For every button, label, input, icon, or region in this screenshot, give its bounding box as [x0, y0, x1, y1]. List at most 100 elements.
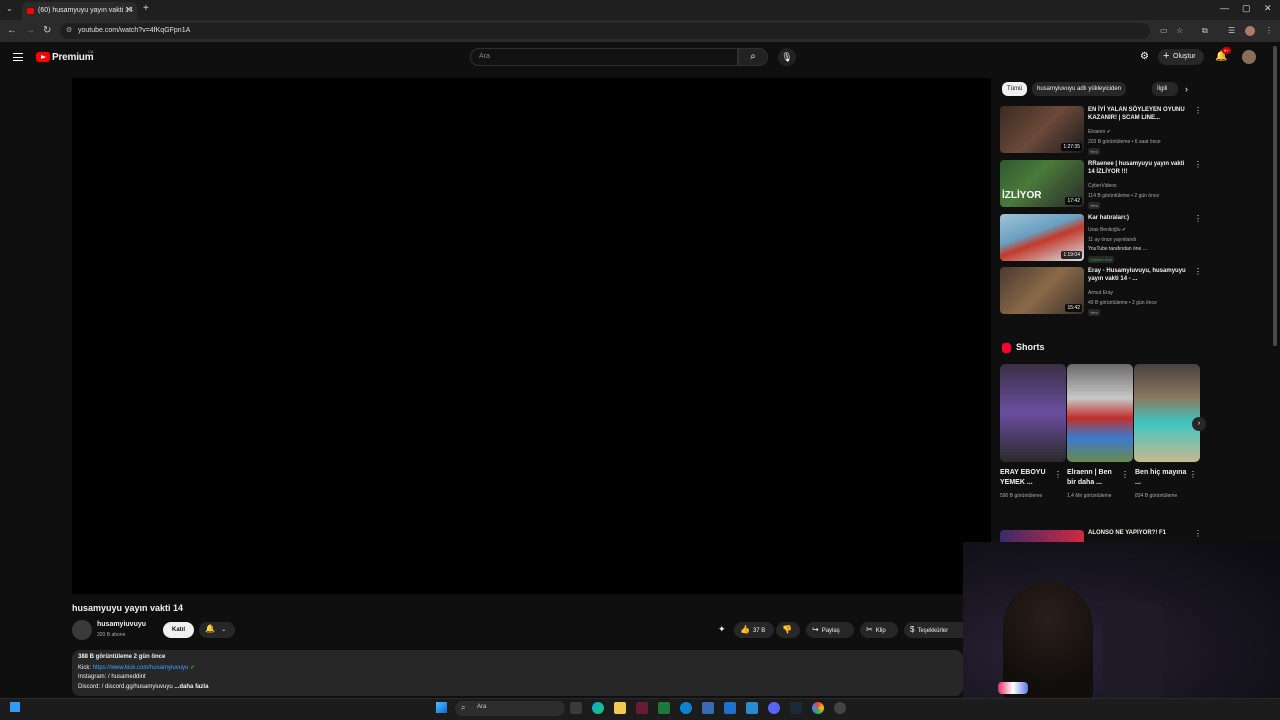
sidebar-icon[interactable]: ☰: [1228, 26, 1235, 35]
creator-tools-icon[interactable]: ⚙: [1140, 51, 1149, 62]
dislike-button[interactable]: 👎: [776, 622, 800, 638]
recommendation-title[interactable]: RRaenee | husamyuyu yayın vakti 14 İZLİY…: [1088, 160, 1188, 176]
more-options-icon[interactable]: ⋮: [1194, 214, 1202, 223]
video-thumbnail[interactable]: 15:42: [1000, 267, 1084, 314]
bookmark-star-icon[interactable]: ☆: [1176, 26, 1183, 35]
chrome-icon[interactable]: [812, 702, 824, 714]
remix-icon[interactable]: ✦: [718, 624, 726, 635]
shorts-next-button[interactable]: ›: [1192, 417, 1206, 431]
discord-icon[interactable]: [768, 702, 780, 714]
browser-tab[interactable]: (60) husamyuyu yayın vakti 14 ✕: [22, 2, 137, 20]
minimize-icon[interactable]: —: [1220, 3, 1229, 13]
recommendation-title[interactable]: ALONSO NE YAPIYOR?! F1: [1088, 530, 1166, 536]
recommendation-title[interactable]: Eray - Husamyiuvuyu, husamyuyu yayın vak…: [1088, 267, 1188, 283]
subscription-bell-button[interactable]: 🔔 ⌄: [199, 622, 235, 638]
steam-icon[interactable]: [790, 702, 802, 714]
clip-button[interactable]: ✂ Klip: [860, 622, 898, 638]
chip-from-uploader[interactable]: husamyiuvuyu adlı yükleyiciden: [1032, 82, 1127, 96]
chevron-right-icon[interactable]: ›: [1185, 84, 1188, 94]
video-thumbnail[interactable]: [1000, 530, 1084, 542]
short-title[interactable]: ERAY EBOYU YEMEK ...: [1000, 468, 1054, 488]
chip-related[interactable]: İlgili: [1152, 82, 1178, 96]
more-options-icon[interactable]: ⋮: [1194, 160, 1202, 169]
new-badge: Yeni: [1088, 309, 1100, 316]
forward-icon[interactable]: →: [25, 25, 35, 36]
webcam-overlay: [963, 542, 1280, 698]
copilot-icon[interactable]: [592, 702, 604, 714]
recommendation-item[interactable]: 1:27:35 EN İYİ YALAN SÖYLEYEN OYUNU KAZA…: [1000, 106, 1205, 155]
duration-badge: 17:42: [1065, 197, 1082, 205]
page-scrollbar[interactable]: [1273, 46, 1277, 346]
short-title[interactable]: Ben hiç mayına ...: [1135, 468, 1189, 488]
close-tab-icon[interactable]: ✕: [125, 5, 132, 14]
more-options-icon[interactable]: ⋮: [1194, 267, 1202, 276]
back-icon[interactable]: ←: [7, 25, 17, 36]
thanks-button[interactable]: $ Teşekkürler: [904, 622, 963, 638]
recommendation-item[interactable]: İZLİYOR 17:42 RRaenee | husamyuyu yayın …: [1000, 160, 1205, 209]
channel-name[interactable]: husamyiuvuyu: [97, 621, 146, 628]
close-window-icon[interactable]: ✕: [1264, 3, 1272, 14]
search-input[interactable]: Ara: [470, 48, 738, 66]
chip-all[interactable]: Tümü: [1002, 82, 1028, 96]
excel-icon[interactable]: [658, 702, 670, 714]
more-options-icon[interactable]: ⋮: [1121, 470, 1129, 479]
chevron-down-icon: ⌄: [221, 627, 227, 633]
browser-menu-icon[interactable]: ⋮: [1265, 26, 1273, 35]
short-thumbnail[interactable]: [1000, 364, 1066, 462]
show-more-link[interactable]: ...daha fazla: [174, 684, 208, 690]
video-player[interactable]: [72, 78, 991, 594]
more-options-icon[interactable]: ⋮: [1194, 106, 1202, 115]
tab-search-icon[interactable]: ⌄: [6, 4, 13, 13]
site-info-icon[interactable]: ⚙: [66, 26, 72, 34]
cast-icon[interactable]: ▭: [1160, 26, 1168, 35]
task-view-icon[interactable]: [570, 702, 582, 714]
recommendation-title[interactable]: EN İYİ YALAN SÖYLEYEN OYUNU KAZANIR! | S…: [1088, 106, 1188, 122]
join-button[interactable]: Katıl: [163, 622, 194, 638]
windows-start-icon[interactable]: [10, 702, 20, 712]
account-avatar[interactable]: [1242, 50, 1256, 64]
more-options-icon[interactable]: ⋮: [1194, 529, 1202, 538]
voice-search-button[interactable]: 🎙: [778, 48, 796, 66]
recommendation-meta: 203 B görüntüleme • 6 saat önce: [1088, 139, 1161, 145]
thumbnail-caption: İZLİYOR: [1002, 190, 1042, 201]
extensions-icon[interactable]: ⧉: [1202, 26, 1208, 36]
taskbar-search[interactable]: ⌕ Ara: [455, 701, 565, 716]
share-icon: ↪: [812, 625, 819, 634]
search-button[interactable]: ⌕: [738, 48, 768, 66]
new-badge: Yeni: [1088, 202, 1100, 209]
video-thumbnail[interactable]: 1:27:35: [1000, 106, 1084, 153]
recommendation-title[interactable]: Kar hatıraları:): [1088, 214, 1188, 222]
recommendation-item[interactable]: 15:42 Eray - Husamyiuvuyu, husamyuyu yay…: [1000, 267, 1205, 316]
app-pen-icon[interactable]: [746, 702, 758, 714]
reload-icon[interactable]: ↻: [43, 25, 51, 36]
address-bar[interactable]: ⚙ youtube.com/watch?v=4fKqGFpn1A: [60, 23, 1150, 39]
youtube-logo-icon[interactable]: [36, 52, 50, 62]
recommendation-item[interactable]: 1:19:04 Kar hatıraları:) Uras Benlioğlu …: [1000, 214, 1205, 263]
edge-icon[interactable]: [680, 702, 692, 714]
like-button[interactable]: 👍 37 B: [734, 622, 774, 638]
short-thumbnail[interactable]: [1134, 364, 1200, 462]
create-button[interactable]: + Oluştur: [1158, 49, 1204, 65]
windows-logo-icon[interactable]: [436, 702, 447, 713]
maximize-icon[interactable]: ▢: [1242, 3, 1251, 14]
media-app-icon[interactable]: [636, 702, 648, 714]
share-button[interactable]: ↪ Paylaş: [806, 622, 854, 638]
short-thumbnail[interactable]: [1067, 364, 1133, 462]
channel-avatar[interactable]: [72, 620, 92, 640]
settings-gear-icon[interactable]: [834, 702, 846, 714]
short-title[interactable]: Elraenn | Ben bir daha ...: [1067, 468, 1121, 488]
store-icon[interactable]: [702, 702, 714, 714]
hamburger-menu-icon[interactable]: [13, 53, 23, 61]
country-code: CA: [88, 49, 94, 54]
new-tab-icon[interactable]: +: [143, 3, 149, 14]
discord-text: Discord: / discord.gg/husamyiuvuyu: [78, 684, 173, 690]
app-l-icon[interactable]: [724, 702, 736, 714]
kick-link[interactable]: https://www.kick.com/husamyiuvuyu: [93, 665, 189, 671]
more-options-icon[interactable]: ⋮: [1189, 470, 1197, 479]
video-thumbnail[interactable]: İZLİYOR 17:42: [1000, 160, 1084, 207]
verified-icon: ✔: [190, 665, 196, 671]
video-thumbnail[interactable]: 1:19:04: [1000, 214, 1084, 261]
more-options-icon[interactable]: ⋮: [1054, 470, 1062, 479]
profile-avatar[interactable]: [1245, 26, 1255, 36]
file-explorer-icon[interactable]: [614, 702, 626, 714]
